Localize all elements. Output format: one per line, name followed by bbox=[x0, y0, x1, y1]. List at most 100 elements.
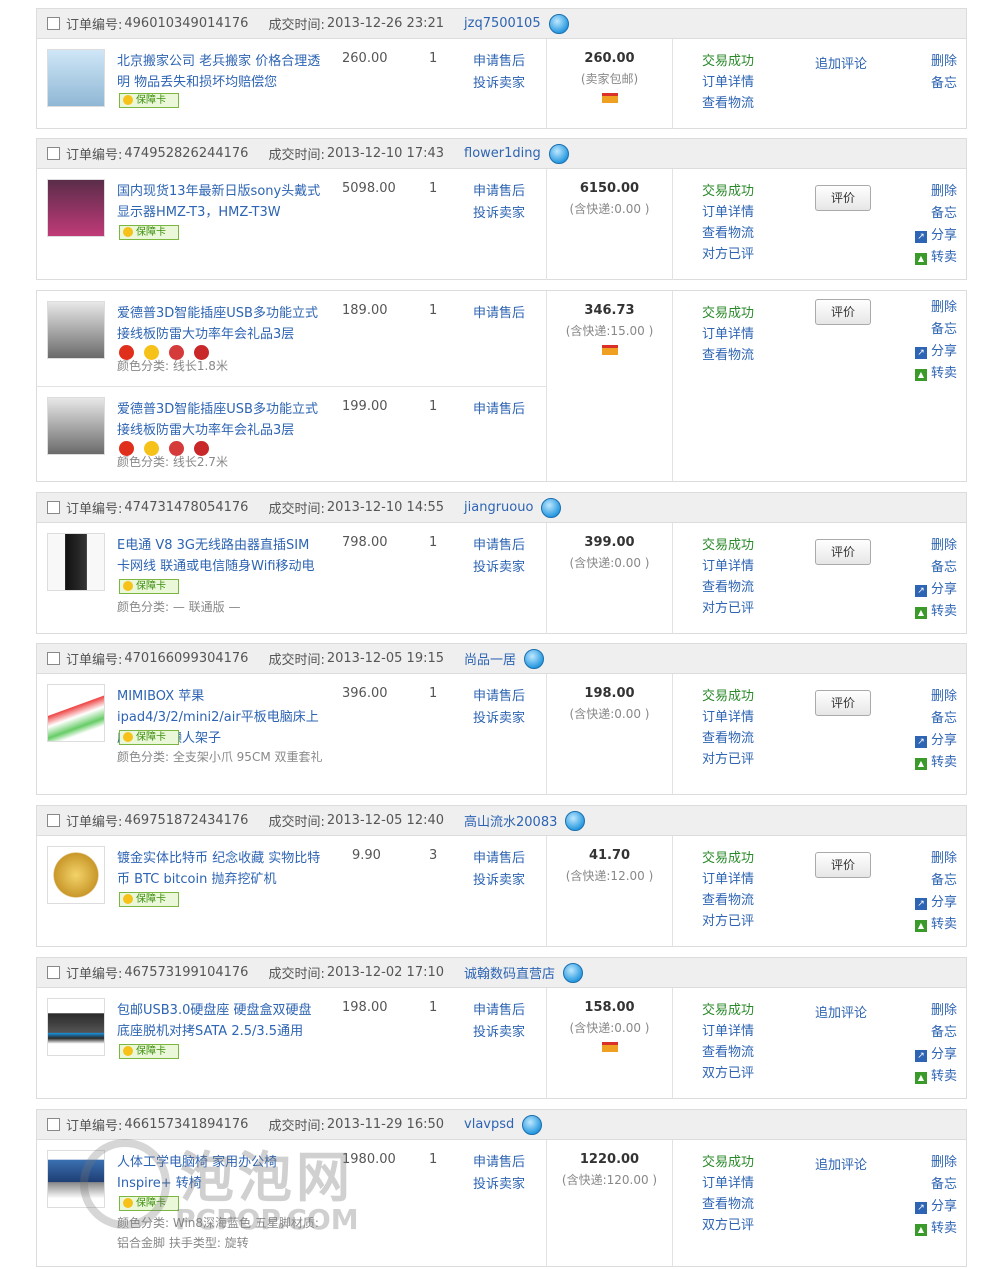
review-button[interactable]: 评价 bbox=[815, 852, 871, 878]
rated-link[interactable]: 对方已评 bbox=[702, 911, 754, 932]
note-link[interactable]: 备忘 bbox=[907, 203, 957, 225]
order-detail-link[interactable]: 订单详情 bbox=[702, 556, 754, 577]
note-link[interactable]: 备忘 bbox=[907, 319, 957, 341]
delete-link[interactable]: 删除 bbox=[907, 51, 957, 73]
resell-link[interactable]: 转卖 bbox=[907, 914, 957, 936]
after-sale-link[interactable]: 申请售后 bbox=[473, 535, 525, 557]
delete-link[interactable]: 删除 bbox=[907, 181, 957, 203]
seller-link[interactable]: flower1ding bbox=[464, 146, 541, 161]
product-thumbnail[interactable] bbox=[47, 1150, 105, 1208]
order-detail-link[interactable]: 订单详情 bbox=[702, 1021, 754, 1042]
share-link[interactable]: 分享 bbox=[907, 1044, 957, 1066]
product-title-link[interactable]: 镀金实体比特币 纪念收藏 实物比特币 BTC bitcoin 抛弃挖矿机 bbox=[117, 848, 322, 890]
complain-link[interactable]: 投诉卖家 bbox=[473, 73, 525, 95]
share-link[interactable]: 分享 bbox=[907, 892, 957, 914]
after-sale-link[interactable]: 申请售后 bbox=[473, 1152, 525, 1174]
delete-link[interactable]: 删除 bbox=[907, 1000, 957, 1022]
product-thumbnail[interactable] bbox=[47, 846, 105, 904]
guarantee-card-badge[interactable]: 保障卡 bbox=[119, 225, 179, 240]
complain-link[interactable]: 投诉卖家 bbox=[473, 203, 525, 225]
guarantee-card-badge[interactable]: 保障卡 bbox=[119, 892, 179, 907]
resell-link[interactable]: 转卖 bbox=[907, 247, 957, 269]
rated-link[interactable]: 对方已评 bbox=[702, 244, 754, 265]
guarantee-card-badge[interactable]: 保障卡 bbox=[119, 1044, 179, 1059]
product-title-link[interactable]: 北京搬家公司 老兵搬家 价格合理透明 物品丢失和损坏均赔偿您 bbox=[117, 51, 322, 93]
product-thumbnail[interactable] bbox=[47, 998, 105, 1056]
resell-link[interactable]: 转卖 bbox=[907, 601, 957, 623]
rated-link[interactable]: 对方已评 bbox=[702, 598, 754, 619]
delete-link[interactable]: 删除 bbox=[907, 1152, 957, 1174]
order-checkbox[interactable] bbox=[47, 147, 60, 160]
seller-link[interactable]: 尚品一居 bbox=[464, 649, 516, 668]
wangwang-chat-icon[interactable] bbox=[524, 648, 545, 669]
wangwang-chat-icon[interactable] bbox=[522, 1114, 543, 1135]
review-button[interactable]: 评价 bbox=[815, 539, 871, 565]
seller-link[interactable]: jiangruouo bbox=[464, 500, 533, 515]
logistics-link[interactable]: 查看物流 bbox=[702, 223, 754, 244]
resell-link[interactable]: 转卖 bbox=[907, 363, 957, 385]
share-link[interactable]: 分享 bbox=[907, 225, 957, 247]
product-thumbnail[interactable] bbox=[47, 397, 105, 455]
complain-link[interactable]: 投诉卖家 bbox=[473, 1174, 525, 1196]
after-sale-link[interactable]: 申请售后 bbox=[473, 848, 525, 870]
product-title-link[interactable]: 爱德普3D智能插座USB多功能立式接线板防雷大功率年会礼品3层 bbox=[117, 399, 322, 441]
resell-link[interactable]: 转卖 bbox=[907, 752, 957, 774]
resell-link[interactable]: 转卖 bbox=[907, 1066, 957, 1088]
review-button[interactable]: 评价 bbox=[815, 185, 871, 211]
guarantee-card-badge[interactable]: 保障卡 bbox=[119, 1196, 179, 1211]
order-detail-link[interactable]: 订单详情 bbox=[702, 202, 754, 223]
delete-link[interactable]: 删除 bbox=[907, 848, 957, 870]
logistics-link[interactable]: 查看物流 bbox=[702, 1194, 754, 1215]
complain-link[interactable]: 投诉卖家 bbox=[473, 708, 525, 730]
order-detail-link[interactable]: 订单详情 bbox=[702, 72, 754, 93]
note-link[interactable]: 备忘 bbox=[907, 557, 957, 579]
add-review-link[interactable]: 追加评论 bbox=[815, 1002, 867, 1021]
rated-link[interactable]: 对方已评 bbox=[702, 749, 754, 770]
logistics-link[interactable]: 查看物流 bbox=[702, 890, 754, 911]
order-detail-link[interactable]: 订单详情 bbox=[702, 869, 754, 890]
product-title-link[interactable]: 国内现货13年最新日版sony头戴式显示器HMZ-T3，HMZ-T3W bbox=[117, 181, 322, 223]
note-link[interactable]: 备忘 bbox=[907, 1174, 957, 1196]
after-sale-link[interactable]: 申请售后 bbox=[473, 686, 525, 708]
after-sale-link[interactable]: 申请售后 bbox=[473, 399, 525, 421]
logistics-link[interactable]: 查看物流 bbox=[702, 728, 754, 749]
product-thumbnail[interactable] bbox=[47, 684, 105, 742]
note-link[interactable]: 备忘 bbox=[907, 1022, 957, 1044]
delete-link[interactable]: 删除 bbox=[907, 297, 957, 319]
logistics-link[interactable]: 查看物流 bbox=[702, 577, 754, 598]
wangwang-chat-icon[interactable] bbox=[565, 810, 586, 831]
product-title-link[interactable]: 爱德普3D智能插座USB多功能立式接线板防雷大功率年会礼品3层 bbox=[117, 303, 322, 345]
after-sale-link[interactable]: 申请售后 bbox=[473, 303, 525, 325]
order-checkbox[interactable] bbox=[47, 17, 60, 30]
logistics-link[interactable]: 查看物流 bbox=[702, 345, 754, 366]
wangwang-chat-icon[interactable] bbox=[548, 143, 569, 164]
add-review-link[interactable]: 追加评论 bbox=[815, 1154, 867, 1173]
note-link[interactable]: 备忘 bbox=[907, 870, 957, 892]
share-link[interactable]: 分享 bbox=[907, 730, 957, 752]
seller-link[interactable]: vlavpsd bbox=[464, 1117, 514, 1132]
seller-link[interactable]: 诚翰数码直营店 bbox=[464, 963, 555, 982]
delete-link[interactable]: 删除 bbox=[907, 686, 957, 708]
order-detail-link[interactable]: 订单详情 bbox=[702, 707, 754, 728]
complain-link[interactable]: 投诉卖家 bbox=[473, 557, 525, 579]
after-sale-link[interactable]: 申请售后 bbox=[473, 51, 525, 73]
guarantee-card-badge[interactable]: 保障卡 bbox=[119, 93, 179, 108]
rated-link[interactable]: 双方已评 bbox=[702, 1063, 754, 1084]
share-link[interactable]: 分享 bbox=[907, 579, 957, 601]
product-thumbnail[interactable] bbox=[47, 179, 105, 237]
add-review-link[interactable]: 追加评论 bbox=[815, 53, 867, 72]
wangwang-chat-icon[interactable] bbox=[548, 13, 569, 34]
order-detail-link[interactable]: 订单详情 bbox=[702, 324, 754, 345]
order-checkbox[interactable] bbox=[47, 814, 60, 827]
resell-link[interactable]: 转卖 bbox=[907, 1218, 957, 1240]
share-link[interactable]: 分享 bbox=[907, 1196, 957, 1218]
product-thumbnail[interactable] bbox=[47, 301, 105, 359]
logistics-link[interactable]: 查看物流 bbox=[702, 93, 754, 114]
share-link[interactable]: 分享 bbox=[907, 341, 957, 363]
guarantee-card-badge[interactable]: 保障卡 bbox=[119, 730, 179, 745]
product-thumbnail[interactable] bbox=[47, 49, 105, 107]
complain-link[interactable]: 投诉卖家 bbox=[473, 870, 525, 892]
product-thumbnail[interactable] bbox=[47, 533, 105, 591]
order-checkbox[interactable] bbox=[47, 652, 60, 665]
order-detail-link[interactable]: 订单详情 bbox=[702, 1173, 754, 1194]
